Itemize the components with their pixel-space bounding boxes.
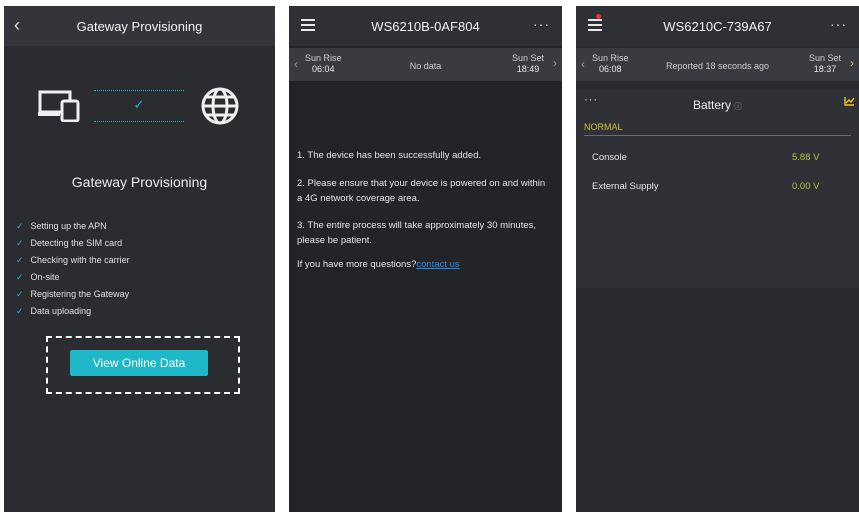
step-item: ✓ On-site: [16, 269, 130, 286]
message-1: 1. The device has been successfully adde…: [297, 150, 482, 161]
step-label: Registering the Gateway: [30, 289, 130, 299]
step-label: On-site: [30, 272, 60, 282]
header-bar: WS6210C-739A67 ···: [576, 6, 859, 46]
step-item: ✓ Registering the Gateway: [16, 286, 130, 303]
message-2: 2. Please ensure that your device is pow…: [297, 178, 546, 204]
sun-bar: ‹ Sun Rise 06:08 Reported 18 seconds ago…: [576, 48, 859, 81]
chevron-right-icon[interactable]: ›: [850, 56, 854, 70]
question-text: If you have more questions?: [297, 259, 417, 270]
check-icon: ✓: [16, 238, 24, 248]
sun-set-label: Sun Set: [808, 53, 841, 63]
help-line: If you have more questions?contact us: [297, 257, 552, 272]
view-online-data-button[interactable]: View Online Data: [70, 350, 208, 376]
step-label: Checking with the carrier: [30, 255, 130, 265]
step-item: ✓ Setting up the APN: [16, 218, 130, 235]
sun-set-time: 18:49: [516, 64, 540, 74]
sun-set-time: 18:37: [813, 64, 837, 74]
page-title: Gateway Provisioning: [76, 19, 203, 34]
highlight-box: View Online Data: [46, 336, 240, 394]
devices-icon: [38, 90, 80, 122]
step-item: ✓ Data uploading: [16, 303, 130, 320]
card-title: Battery ⓘ: [576, 98, 859, 112]
check-icon: ✓: [16, 221, 24, 231]
sun-set: Sun Set 18:49: [512, 53, 544, 75]
check-icon: ✓: [16, 289, 24, 299]
gateway-provisioning-screen: ‹ Gateway Provisioning ✓ Gateway Provisi…: [4, 6, 275, 512]
globe-icon: [201, 87, 239, 125]
chart-icon[interactable]: [844, 96, 855, 106]
device-dashboard-screen: WS6210C-739A67 ··· ‹ Sun Rise 06:08 Repo…: [576, 6, 859, 512]
row-label: Console: [592, 152, 627, 163]
device-title: WS6210B-0AF804: [371, 19, 480, 34]
chevron-right-icon[interactable]: ›: [553, 56, 557, 70]
check-icon: ✓: [16, 272, 24, 282]
check-icon: ✓: [16, 255, 24, 265]
row-value: 0.00 V: [792, 181, 820, 192]
header-bar: ‹ Gateway Provisioning: [4, 6, 275, 46]
message-3: 3. The entire process will take approxim…: [297, 220, 537, 246]
row-label: External Supply: [592, 181, 659, 192]
section-title: Gateway Provisioning: [71, 174, 208, 190]
step-list: ✓ Setting up the APN ✓ Detecting the SIM c…: [16, 218, 130, 320]
check-icon: ✓: [133, 97, 145, 112]
step-label: Detecting the SIM card: [30, 238, 123, 248]
step-item: ✓ Detecting the SIM card: [16, 235, 130, 252]
more-icon[interactable]: ···: [533, 16, 550, 32]
step-item: ✓ Checking with the carrier: [16, 252, 130, 269]
battery-card: ··· Battery ⓘ NORMAL Console 5.88 V Exter…: [576, 90, 859, 288]
device-added-screen: WS6210B-0AF804 ··· ‹ Sun Rise 06:04 No d…: [289, 6, 562, 512]
divider: [584, 135, 851, 136]
connection-indicator: ✓: [94, 90, 184, 122]
step-label: Setting up the APN: [30, 221, 107, 231]
contact-us-link[interactable]: contact us: [416, 259, 459, 270]
check-icon: ✓: [16, 306, 24, 316]
sun-bar: ‹ Sun Rise 06:04 No data Sun Set 18:49 ›: [289, 48, 562, 81]
state-label: NORMAL: [584, 122, 623, 132]
battery-title: Battery: [692, 98, 731, 112]
more-icon[interactable]: ···: [830, 16, 847, 32]
sun-set-label: Sun Set: [511, 53, 544, 63]
device-title: WS6210C-739A67: [663, 19, 772, 34]
step-label: Data uploading: [30, 306, 92, 316]
row-value: 5.88 V: [792, 152, 820, 163]
sun-set: Sun Set 18:37: [809, 53, 841, 75]
info-icon[interactable]: ⓘ: [734, 102, 742, 111]
header-bar: WS6210B-0AF804 ···: [289, 6, 562, 46]
